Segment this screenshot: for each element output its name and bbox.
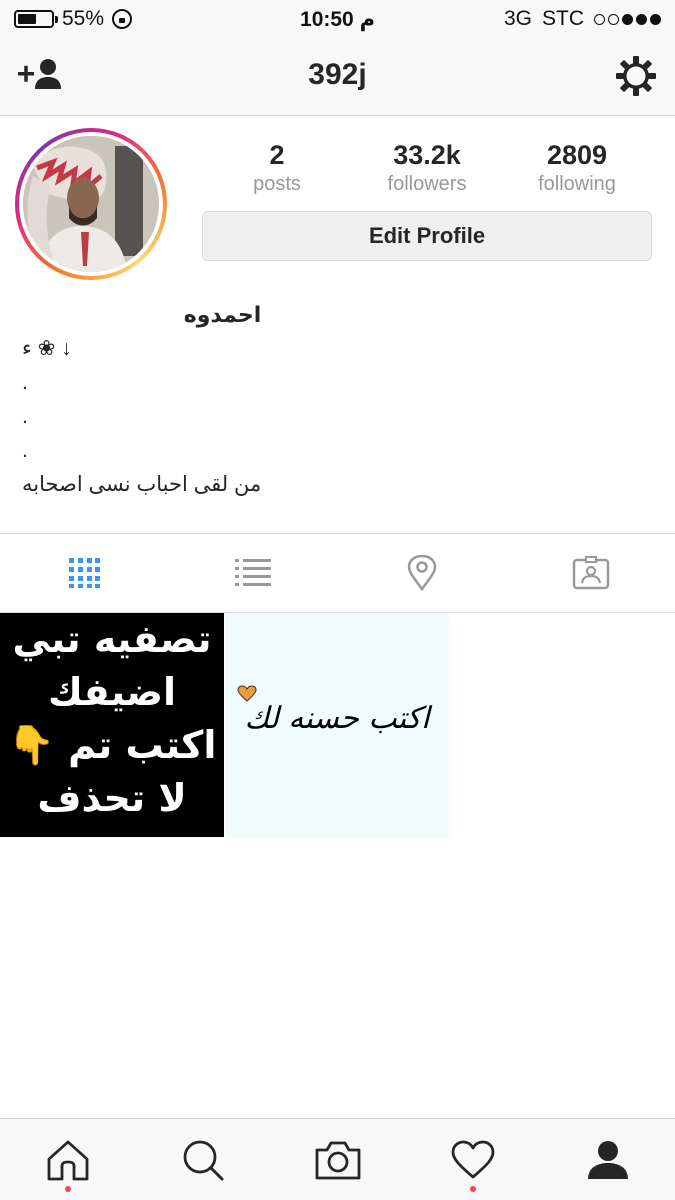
- bio-line: .: [22, 371, 28, 394]
- tab-grid[interactable]: [0, 534, 169, 612]
- avatar: [23, 136, 159, 272]
- nav-home[interactable]: [0, 1119, 135, 1200]
- profile-avatar-ring[interactable]: [15, 128, 167, 280]
- signal-dot: [608, 13, 619, 25]
- tab-list[interactable]: [169, 534, 338, 612]
- network-type: 3G: [503, 7, 532, 30]
- nav-search[interactable]: [135, 1119, 270, 1200]
- signal-dot: [594, 13, 605, 25]
- nav-activity[interactable]: [405, 1119, 540, 1200]
- home-icon: [47, 1140, 88, 1180]
- avatar-photo-image: [23, 136, 159, 272]
- post-thumbnail[interactable]: تصفيه تبي اضيفك اكتب تم 👇 لا تحذف: [0, 613, 224, 837]
- list-icon: [235, 559, 272, 586]
- tab-location[interactable]: [338, 534, 507, 612]
- signal-strength-icon: [594, 13, 661, 25]
- signal-dot: [636, 13, 647, 25]
- tab-tagged[interactable]: [506, 534, 675, 612]
- nav-bar: 392j: [0, 36, 675, 116]
- followers-count: 33.2k: [393, 140, 461, 170]
- status-bar: 55% 10:50 م 3G STC: [0, 0, 675, 36]
- followers-label: followers: [387, 173, 467, 195]
- stat-following[interactable]: 2809 following: [502, 140, 652, 196]
- posts-label: posts: [253, 173, 301, 195]
- bottom-tab-bar: [0, 1118, 675, 1200]
- stat-followers[interactable]: 33.2k followers: [352, 140, 502, 196]
- profile-username: 392j: [308, 58, 367, 91]
- post-text-line: تصفيه تبي: [12, 617, 212, 661]
- signal-dot: [622, 13, 633, 25]
- camera-icon: [315, 1141, 360, 1179]
- post-thumbnail[interactable]: اكتب حسنه لك: [225, 613, 449, 837]
- profile-bio: احمدوه ↓ ❀ ء . . . من لقى احباب نسى اصحا…: [22, 298, 261, 502]
- settings-button[interactable]: [614, 54, 658, 98]
- nav-profile[interactable]: [540, 1119, 675, 1200]
- location-pin-icon: [407, 555, 437, 591]
- edit-profile-button[interactable]: Edit Profile: [202, 211, 652, 261]
- post-text: تصفيه تبي اضيفك اكتب تم 👇 لا تحذف: [0, 613, 224, 825]
- nav-camera[interactable]: [270, 1119, 405, 1200]
- avatar-frame: [19, 132, 163, 276]
- signal-dot: [650, 13, 661, 25]
- stat-posts[interactable]: 2 posts: [202, 140, 352, 196]
- post-text-line: اكتب تم 👇: [7, 723, 217, 767]
- following-count: 2809: [546, 140, 608, 170]
- notification-dot: [64, 1186, 71, 1192]
- carrier-name: STC: [542, 7, 584, 30]
- tagged-photos-icon: [572, 556, 609, 590]
- status-right: 3G STC: [504, 7, 661, 31]
- grid-icon: [69, 558, 101, 588]
- post-caption: اكتب حسنه لك: [244, 701, 430, 736]
- heart-icon: [451, 1140, 494, 1178]
- following-label: following: [538, 173, 616, 195]
- bio-line: .: [22, 439, 28, 462]
- post-text-line: لا تحذف: [37, 776, 187, 820]
- posts-count: 2: [269, 140, 285, 170]
- profile-icon: [587, 1140, 628, 1179]
- settings-gear-icon: [616, 56, 656, 96]
- profile-tabs: [0, 533, 675, 613]
- search-icon: [183, 1140, 223, 1180]
- bio-line: من لقى احباب نسى اصحابه: [22, 473, 262, 496]
- display-name: احمدوه: [183, 302, 262, 327]
- bio-line: ↓ ❀ ء: [22, 337, 72, 360]
- bio-line: .: [22, 405, 28, 428]
- post-text-line: اضيفك: [48, 670, 176, 714]
- notification-dot: [469, 1186, 476, 1192]
